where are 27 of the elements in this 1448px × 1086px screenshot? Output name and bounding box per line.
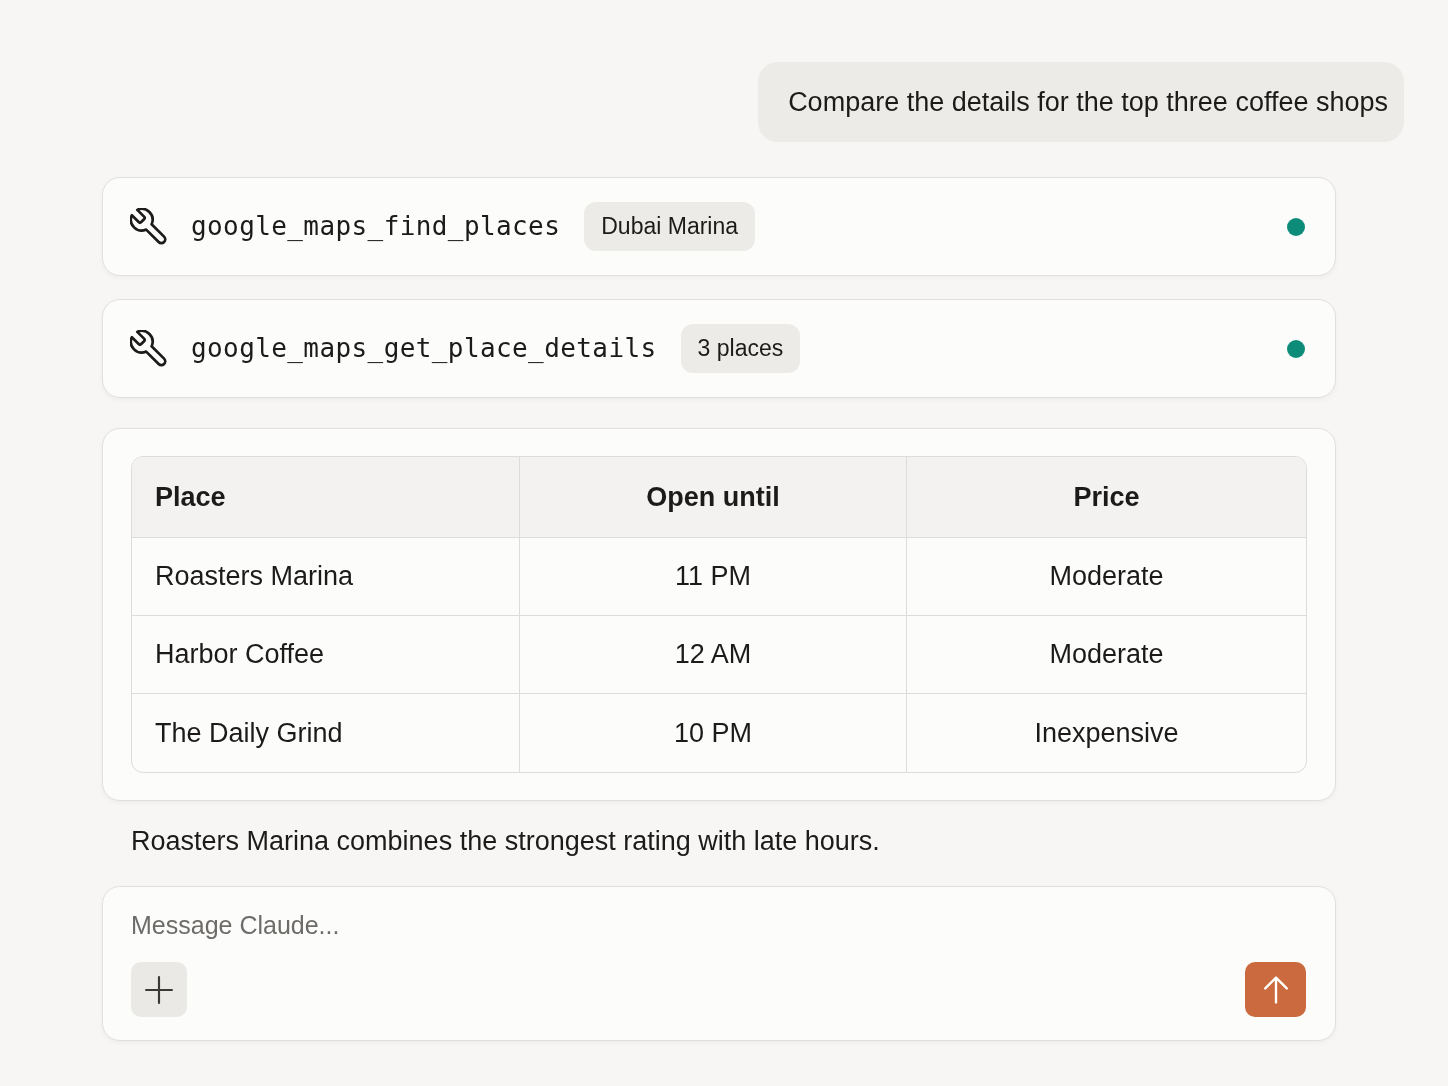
tool-argument-tag: Dubai Marina: [584, 202, 756, 251]
user-message-bubble: Compare the details for the top three coffee shops: [758, 62, 1404, 142]
assistant-reply-text: Roasters Marina combines the strongest rating with late hours.: [131, 825, 881, 858]
table-cell: Moderate: [907, 538, 1306, 616]
table-cell: The Daily Grind: [132, 694, 520, 772]
tool-call-card[interactable]: google_maps_get_place_details 3 places: [102, 299, 1336, 398]
wrench-icon: [130, 330, 167, 367]
table-cell: 11 PM: [520, 538, 907, 616]
tool-call-card[interactable]: google_maps_find_places Dubai Marina: [102, 177, 1336, 276]
table-cell: 10 PM: [520, 694, 907, 772]
arrow-up-icon: [1261, 975, 1290, 1004]
wrench-icon: [130, 208, 167, 245]
add-button[interactable]: [131, 962, 187, 1017]
table-cell-text: Inexpensive: [1033, 716, 1180, 750]
tool-argument-tag: 3 places: [680, 324, 801, 373]
table-header-cell: Price: [907, 457, 1306, 538]
table-cell: 12 AM: [520, 616, 907, 694]
table-cell: Roasters Marina: [132, 538, 520, 616]
message-input-field[interactable]: Message Claude...: [131, 909, 1306, 943]
send-button[interactable]: [1245, 962, 1306, 1017]
table-cell: Moderate: [907, 616, 1306, 694]
tool-name: google_maps_find_places: [191, 210, 561, 243]
plus-icon: [145, 975, 173, 1004]
table-cell: Harbor Coffee: [132, 616, 520, 694]
table-header-cell: Place: [132, 457, 520, 538]
tool-name: google_maps_get_place_details: [191, 332, 657, 365]
table-header-cell: Open until: [520, 457, 907, 538]
